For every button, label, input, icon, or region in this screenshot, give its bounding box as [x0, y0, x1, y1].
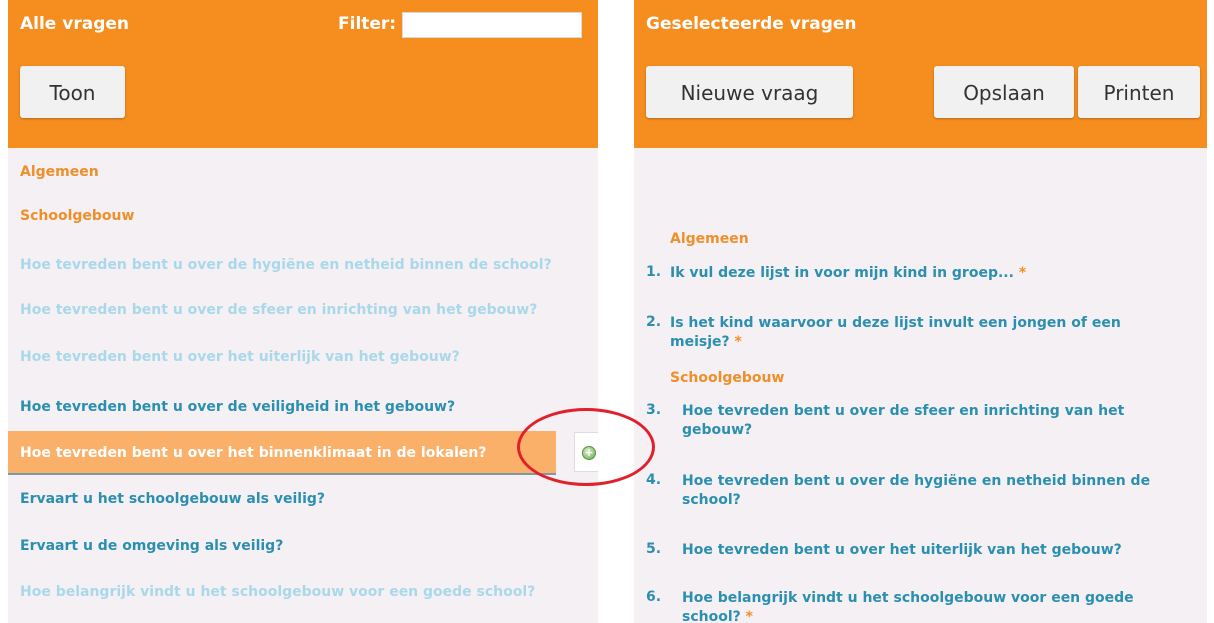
add-question-button[interactable]: +: [574, 432, 598, 472]
question-number: 3.: [646, 402, 662, 418]
required-marker: *: [1018, 265, 1027, 281]
question-text: Hoe tevreden bent u over de hygiëne en n…: [682, 473, 1151, 508]
question-item[interactable]: Hoe tevreden bent u over de sfeer en inr…: [20, 302, 537, 318]
add-plus-icon: +: [582, 446, 596, 460]
question-item[interactable]: Hoe tevreden bent u over het uiterlijk v…: [20, 349, 460, 365]
question-text: Hoe tevreden bent u over het uiterlijk v…: [682, 542, 1122, 558]
selected-category-schoolgebouw: Schoolgebouw: [670, 370, 785, 386]
save-button[interactable]: Opslaan: [934, 66, 1074, 118]
question-item[interactable]: Hoe belangrijk vindt u het schoolgebouw …: [20, 584, 535, 600]
print-button[interactable]: Printen: [1078, 66, 1200, 118]
question-number: 4.: [646, 472, 662, 488]
required-marker: *: [745, 609, 753, 623]
question-item[interactable]: Ervaart u de omgeving als veilig?: [20, 538, 283, 554]
question-item[interactable]: Ervaart u het schoolgebouw als veilig?: [20, 491, 325, 507]
new-question-button[interactable]: Nieuwe vraag: [646, 66, 853, 118]
question-number: 6.: [646, 589, 662, 605]
required-marker: *: [734, 334, 742, 350]
question-number: 1.: [646, 264, 662, 280]
question-number: 5.: [646, 541, 662, 557]
category-algemeen[interactable]: Algemeen: [20, 164, 99, 180]
selected-category-algemeen: Algemeen: [670, 231, 749, 247]
toon-button[interactable]: Toon: [20, 66, 125, 118]
question-text: Ik vul deze lijst in voor mijn kind in g…: [670, 265, 1014, 281]
question-item-highlighted[interactable]: Hoe tevreden bent u over het binnenklima…: [8, 431, 556, 475]
question-text: Hoe tevreden bent u over de sfeer en inr…: [682, 403, 1125, 438]
selected-questions-title: Geselecteerde vragen: [646, 14, 857, 34]
question-item[interactable]: Hoe tevreden bent u over de veiligheid i…: [20, 399, 455, 415]
question-item[interactable]: Hoe tevreden bent u over de hygiëne en n…: [20, 257, 552, 273]
question-number: 2.: [646, 314, 662, 330]
selected-questions-header: Geselecteerde vragen Nieuwe vraag Opslaa…: [634, 0, 1207, 148]
all-questions-header: Alle vragen Filter: Toon: [8, 0, 598, 148]
all-questions-title: Alle vragen: [20, 14, 129, 34]
filter-input[interactable]: [402, 12, 582, 38]
selected-questions-panel: Geselecteerde vragen Nieuwe vraag Opslaa…: [634, 0, 1207, 623]
category-schoolgebouw[interactable]: Schoolgebouw: [20, 208, 134, 224]
all-questions-panel: Alle vragen Filter: Toon Algemeen School…: [8, 0, 598, 623]
filter-label: Filter:: [338, 14, 397, 34]
